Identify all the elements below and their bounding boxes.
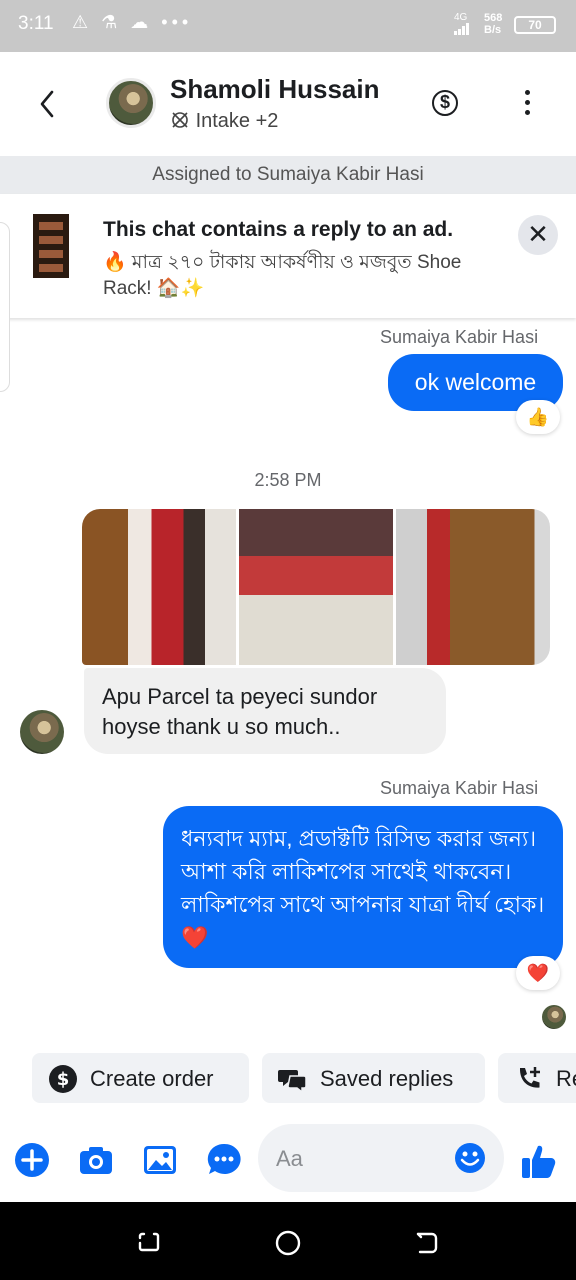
chat-dots-icon[interactable] — [206, 1142, 242, 1178]
home-icon[interactable] — [274, 1229, 302, 1257]
message-input-placeholder: Aa — [276, 1146, 303, 1171]
battery-icon: 70 — [514, 16, 556, 34]
sender-name: Sumaiya Kabir Hasi — [380, 778, 539, 798]
battery-level: 70 — [528, 18, 542, 32]
more-vertical-icon[interactable] — [524, 90, 532, 118]
status-bar: 3:11 ⚠ ⚗ ☁ ••• 4G 568 B/s 70 — [0, 0, 576, 52]
camera-icon[interactable] — [78, 1142, 114, 1178]
close-icon[interactable]: ✕ — [518, 215, 558, 255]
tag-icon — [172, 112, 188, 128]
create-order-label: Create order — [90, 1066, 214, 1091]
saved-replies-button[interactable]: Saved replies — [262, 1053, 485, 1103]
back-arrow-icon[interactable] — [34, 86, 60, 122]
dollar-icon: $ — [49, 1065, 77, 1093]
call-request-label: Re — [556, 1066, 576, 1091]
ad-notice-title: This chat contains a reply to an ad. — [103, 218, 454, 241]
ad-notice-text: 🔥 মাত্র ২৭০ টাকায় আকর্ষণীয় ও মজবুত Sho… — [103, 252, 462, 299]
create-order-button[interactable]: $ Create order — [32, 1053, 249, 1103]
contact-name[interactable]: Shamoli Hussain — [170, 74, 380, 105]
phone-plus-icon — [519, 1067, 540, 1088]
contact-avatar-small[interactable] — [20, 710, 64, 754]
message-timestamp: 2:58 PM — [254, 470, 322, 490]
back-icon[interactable] — [414, 1230, 440, 1256]
reaction-heart[interactable]: ❤️ — [516, 956, 560, 990]
speed-unit: B/s — [484, 24, 502, 36]
svg-text:$: $ — [57, 1069, 70, 1090]
attachment-image-2[interactable] — [239, 509, 393, 665]
status-time: 3:11 — [18, 13, 54, 34]
notification-icons: ⚠ ⚗ ☁ ••• — [72, 12, 193, 32]
message-bubble-incoming[interactable]: Apu Parcel ta peyeci sundor hoyse thank … — [84, 668, 446, 754]
network-indicator: 4G — [454, 12, 470, 38]
system-nav-bar — [0, 1202, 576, 1280]
seen-avatar — [542, 1005, 566, 1029]
contact-labels[interactable]: Intake +2 — [170, 110, 278, 133]
contact-labels-text: Intake +2 — [195, 110, 279, 132]
attachment-image-1[interactable] — [82, 509, 236, 665]
ad-thumbnail[interactable] — [33, 214, 69, 278]
ad-notice: This chat contains a reply to an ad. 🔥 ম… — [0, 194, 576, 318]
network-type: 4G — [454, 12, 468, 23]
message-bubble-outgoing[interactable]: ধন্যবাদ ম্যাম, প্রডাক্টটি রিসিভ করার জন্… — [163, 806, 563, 968]
recent-apps-icon[interactable] — [136, 1230, 162, 1256]
chat-header: Shamoli Hussain Intake +2 $ — [0, 52, 576, 156]
side-panel-edge — [0, 222, 10, 392]
image-attachments[interactable] — [82, 509, 550, 665]
reaction-thumbs-up[interactable]: 👍 — [516, 400, 560, 434]
signal-icon — [454, 23, 469, 35]
plus-icon[interactable] — [14, 1142, 50, 1178]
speed-value: 568 — [484, 12, 503, 24]
gallery-icon[interactable] — [142, 1142, 178, 1178]
thumbs-up-icon[interactable] — [520, 1140, 558, 1180]
chat-bubbles-icon — [278, 1070, 307, 1094]
contact-avatar[interactable] — [106, 78, 156, 128]
dollar-icon[interactable]: $ — [432, 90, 458, 116]
saved-replies-label: Saved replies — [320, 1066, 454, 1091]
sender-name: Sumaiya Kabir Hasi — [380, 327, 539, 347]
emoji-icon[interactable] — [454, 1142, 486, 1174]
network-speed: 568 B/s — [484, 12, 502, 36]
assigned-banner: Assigned to Sumaiya Kabir Hasi — [0, 156, 576, 194]
attachment-image-3[interactable] — [396, 509, 550, 665]
message-input[interactable]: Aa — [258, 1124, 504, 1192]
call-request-button[interactable]: Re — [498, 1053, 576, 1103]
